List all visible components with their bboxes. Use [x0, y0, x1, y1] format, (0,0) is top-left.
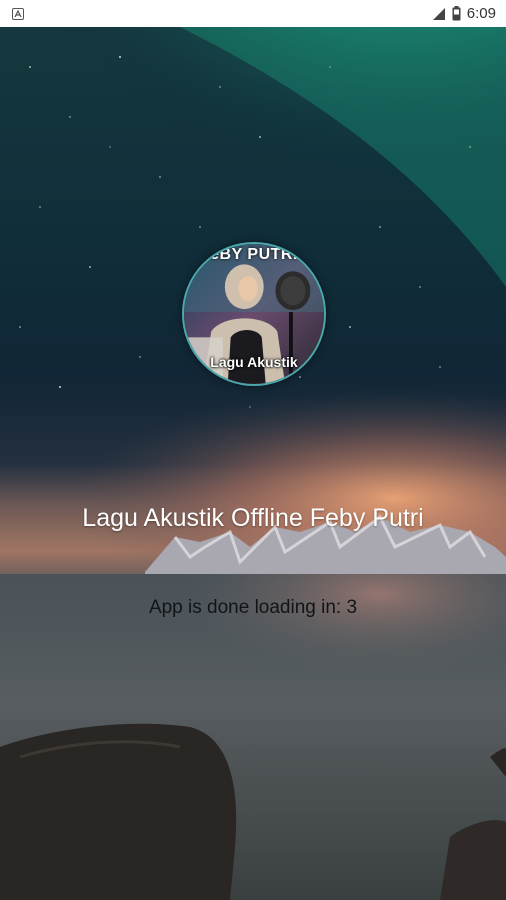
status-time: 6:09: [466, 5, 496, 22]
cover-top-text: eBY PUTRI: [210, 246, 298, 263]
app-title: Lagu Akustik Offline Feby Putri: [82, 504, 424, 532]
status-bar: 6:09: [0, 0, 506, 27]
battery-icon: [452, 6, 461, 21]
cover-art-avatar: eBY PUTRI Lagu Akustik: [182, 242, 326, 386]
app-notification-icon: [12, 7, 24, 20]
background-image: [0, 27, 506, 900]
cover-bottom-text: Lagu Akustik: [210, 354, 298, 370]
loading-countdown-text: App is done loading in: 3: [148, 597, 358, 618]
signal-icon: [432, 7, 445, 20]
